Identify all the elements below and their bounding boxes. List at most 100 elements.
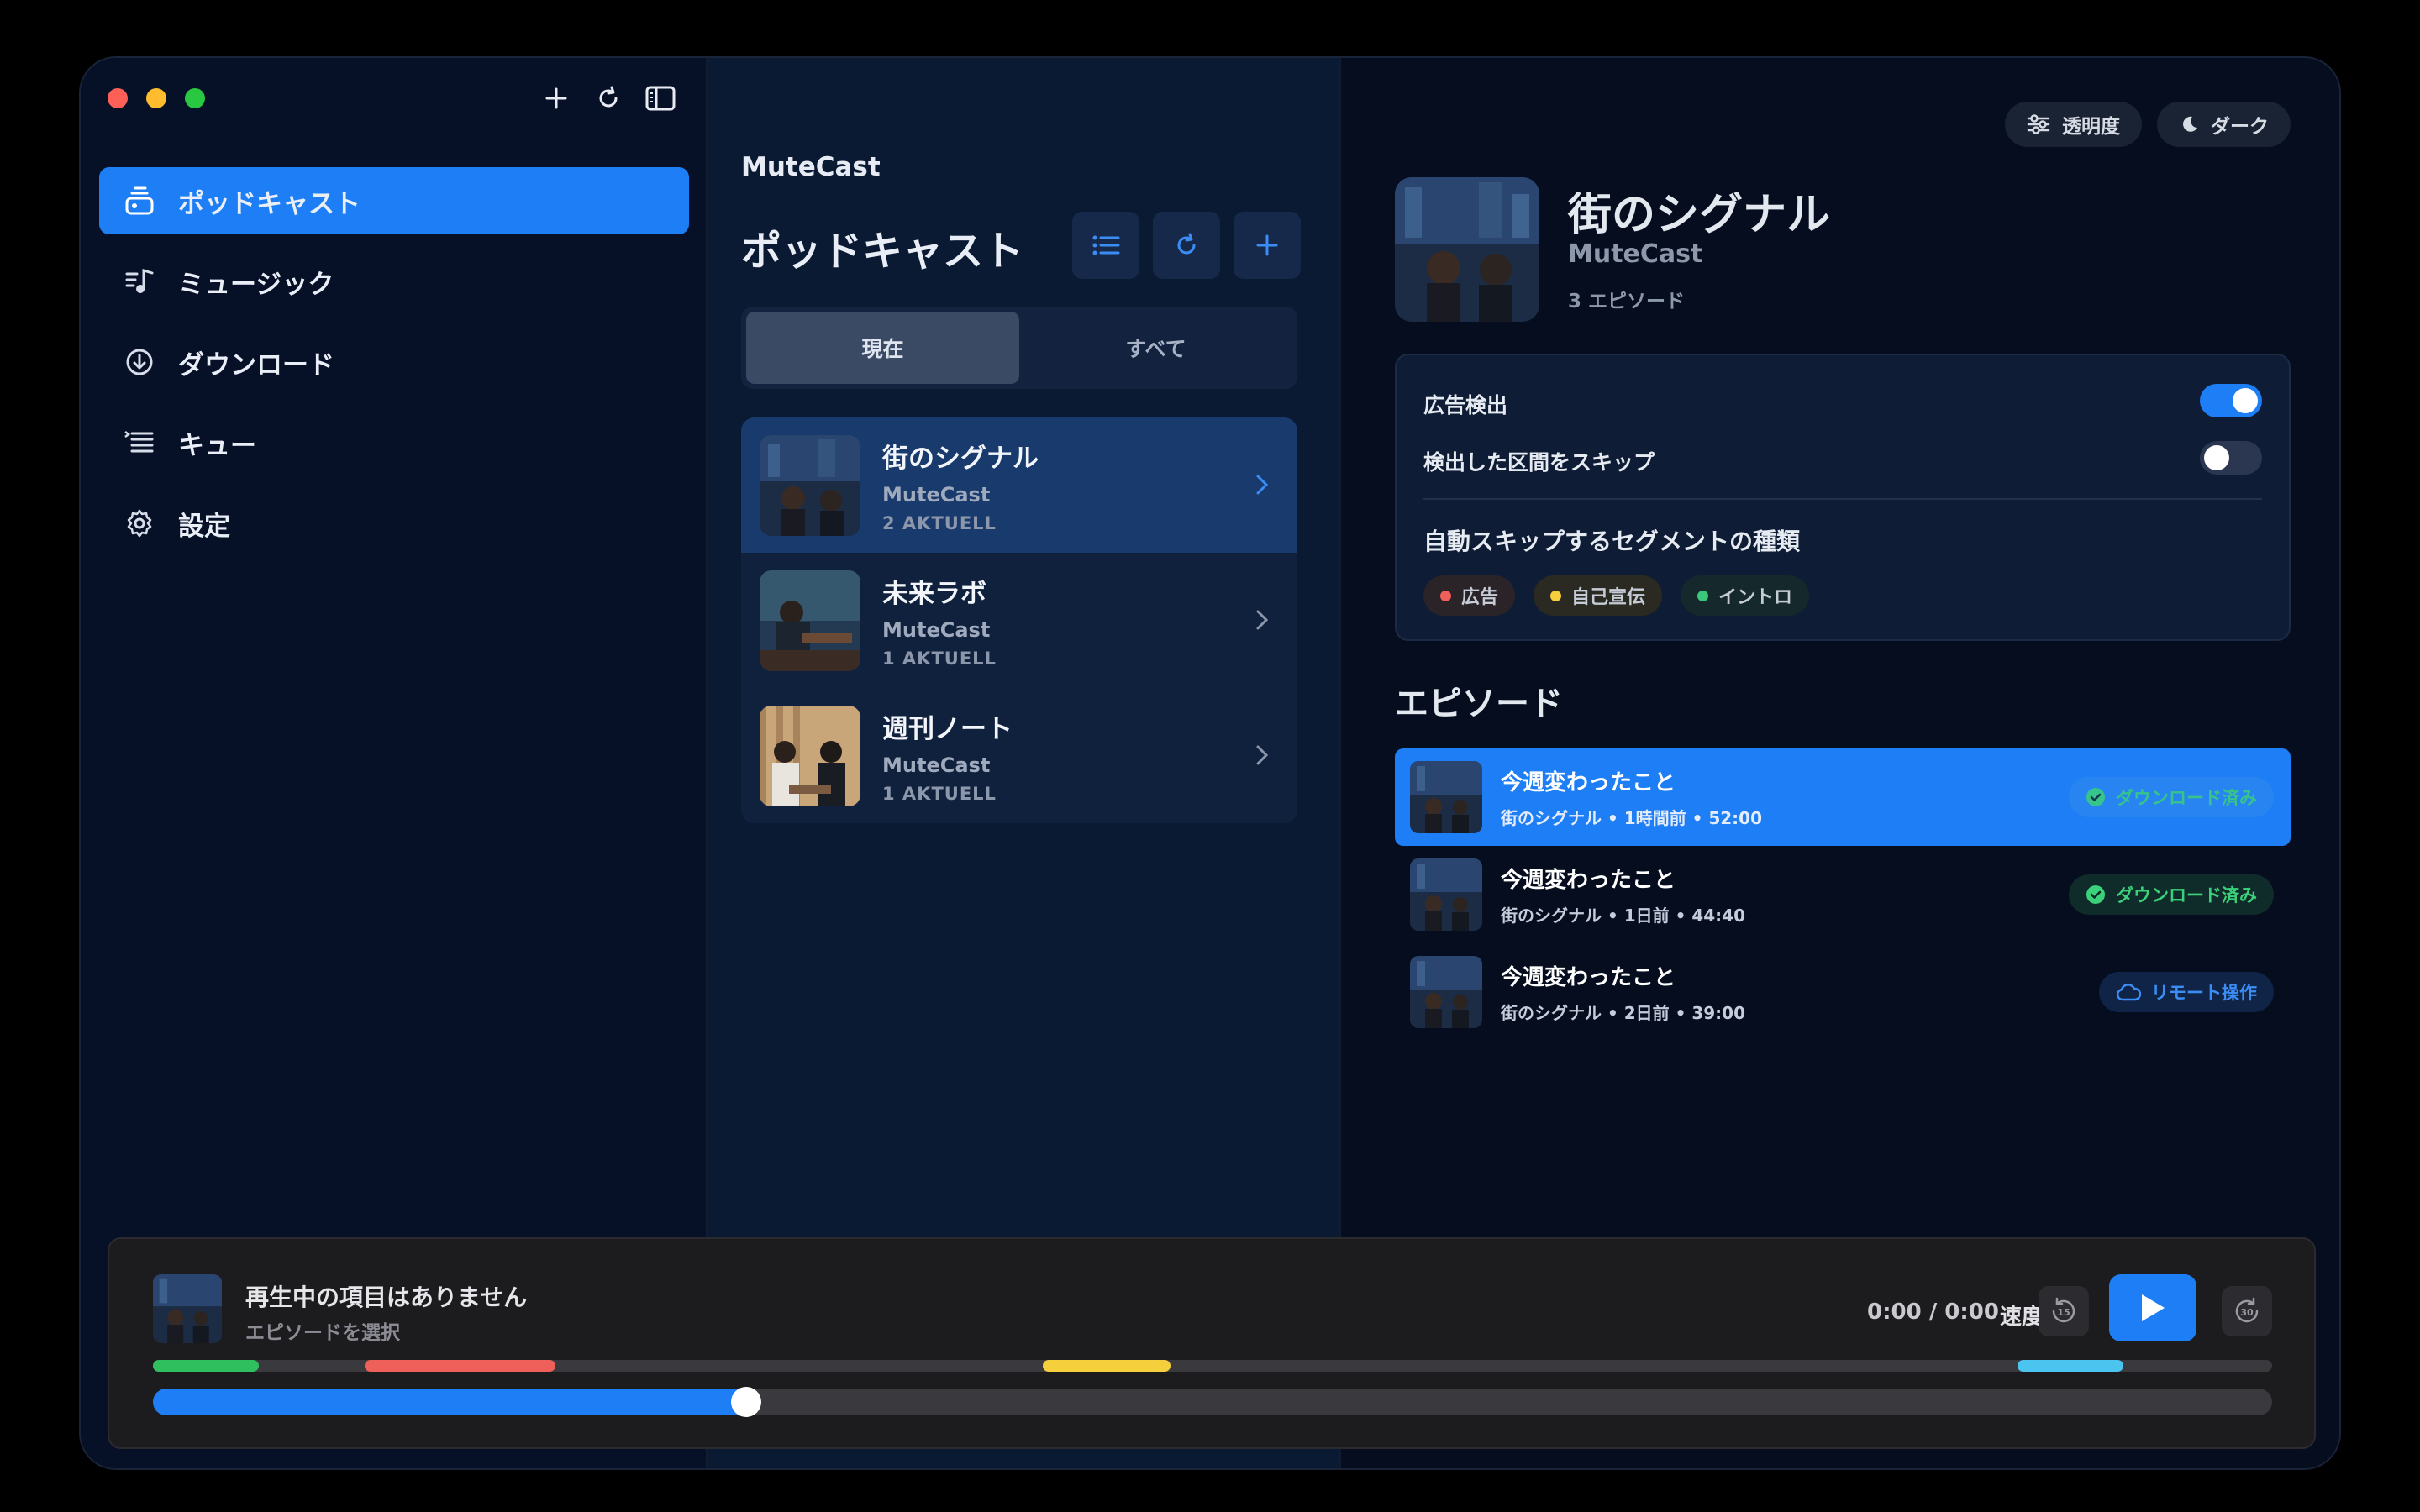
list-view-button[interactable] xyxy=(1072,212,1139,279)
episode-row[interactable]: 今週変わったこと 街のシグナル • 1時間前 • 52:00 ダウンロード済み xyxy=(1395,748,2291,846)
ad-detect-label: 広告検出 xyxy=(1423,393,1508,417)
skip-back-button[interactable]: 15 xyxy=(2039,1286,2089,1336)
ad-detection-card: 広告検出 検出した区間をスキップ 自動スキップするセグメントの種類 広告 自己宣… xyxy=(1395,354,2291,641)
podcast-count: 1 AKTUELL xyxy=(882,648,997,669)
brand-label: MuteCast xyxy=(741,152,881,182)
now-playing-bar: 再生中の項目はありません エピソードを選択 0:00 / 0:00 速度 15 … xyxy=(108,1237,2316,1449)
tag-dot xyxy=(1550,590,1562,601)
close-window-button[interactable] xyxy=(108,88,128,108)
cloud-icon xyxy=(2116,984,2141,1001)
podcast-publisher: MuteCast xyxy=(882,483,991,507)
episode-row[interactable]: 今週変わったこと 街のシグナル • 2日前 • 39:00 リモート操作 xyxy=(1395,943,2291,1041)
theme-button[interactable]: ダーク xyxy=(2157,102,2291,147)
refresh-icon xyxy=(599,86,618,108)
refresh-button[interactable] xyxy=(593,83,623,113)
speed-button[interactable]: 速度 xyxy=(2000,1299,2044,1331)
add-button[interactable] xyxy=(541,83,571,113)
sidebar-item-queue[interactable]: キュー xyxy=(99,409,689,476)
music-icon xyxy=(123,265,156,298)
podcast-artwork xyxy=(760,570,860,671)
sidebar-item-settings[interactable]: 設定 xyxy=(99,490,689,557)
zoom-window-button[interactable] xyxy=(185,88,205,108)
chevron-right-icon xyxy=(1245,603,1279,637)
sidebar-item-label: 設定 xyxy=(178,511,230,542)
app-window: ポッドキャスト ミュージック ダウンロード キュー 設定 MuteCast ポッ… xyxy=(79,56,2341,1470)
play-icon xyxy=(2142,1294,2165,1321)
podcast-artwork xyxy=(760,705,860,806)
podcast-title: 週刊ノート xyxy=(882,714,1013,744)
sidebar-item-podcasts[interactable]: ポッドキャスト xyxy=(99,167,689,234)
opacity-button[interactable]: 透明度 xyxy=(2005,102,2142,147)
episode-artwork xyxy=(1410,956,1482,1028)
moon-icon xyxy=(2183,116,2197,132)
segment-types-heading: 自動スキップするセグメントの種類 xyxy=(1423,528,1801,555)
svg-text:30: 30 xyxy=(2240,1307,2254,1318)
remote-badge[interactable]: リモート操作 xyxy=(2099,972,2274,1012)
show-artwork xyxy=(1395,177,1539,322)
ad-detect-toggle[interactable] xyxy=(2200,384,2262,417)
sidebar-item-label: ポッドキャスト xyxy=(178,188,360,219)
minimize-window-button[interactable] xyxy=(146,88,166,108)
timeline-segment xyxy=(153,1360,260,1372)
toggle-knob xyxy=(2204,445,2229,470)
podcast-row[interactable]: 街のシグナル MuteCast 2 AKTUELL xyxy=(741,417,1297,553)
podcast-count: 2 AKTUELL xyxy=(882,513,997,533)
divider xyxy=(1423,498,2262,500)
sidebar-item-music[interactable]: ミュージック xyxy=(99,248,689,315)
tag-self-promo[interactable]: 自己宣伝 xyxy=(1534,575,1663,616)
skip-back-15-icon: 15 xyxy=(2052,1297,2075,1323)
segment-tags: 広告 自己宣伝 イントロ xyxy=(1423,575,1810,616)
podcast-list: 街のシグナル MuteCast 2 AKTUELL 未来ラボ MuteCast … xyxy=(741,417,1297,823)
svg-text:15: 15 xyxy=(2057,1307,2070,1318)
show-publisher: MuteCast xyxy=(1568,239,1703,269)
episode-title: 今週変わったこと xyxy=(1501,868,1676,893)
skip-detected-toggle[interactable] xyxy=(2200,441,2262,475)
show-title: 街のシグナル xyxy=(1568,190,1831,240)
episode-meta: 街のシグナル • 1時間前 • 52:00 xyxy=(1501,808,1762,828)
progress-slider[interactable] xyxy=(153,1387,2272,1417)
skip-forward-30-icon: 30 xyxy=(2235,1297,2259,1323)
skip-forward-button[interactable]: 30 xyxy=(2222,1286,2272,1336)
segment-current[interactable]: 現在 xyxy=(746,312,1019,384)
downloaded-badge: ダウンロード済み xyxy=(2069,777,2274,817)
now-playing-subtitle: エピソードを選択 xyxy=(245,1322,400,1344)
tag-dot xyxy=(1697,590,1709,601)
list-toolbar xyxy=(1072,212,1301,279)
refresh-feeds-button[interactable] xyxy=(1153,212,1220,279)
add-podcast-button[interactable] xyxy=(1234,212,1301,279)
plus-icon xyxy=(545,87,567,109)
episode-artwork xyxy=(1410,858,1482,931)
tag-intro[interactable]: イントロ xyxy=(1681,575,1810,616)
sidebar-icon xyxy=(645,86,676,111)
segment-all[interactable]: すべて xyxy=(1019,312,1292,384)
timeline-segment xyxy=(2018,1360,2124,1372)
list-icon xyxy=(1092,235,1120,255)
play-button[interactable] xyxy=(2109,1274,2196,1341)
toggle-sidebar-button[interactable] xyxy=(645,83,676,113)
badge-label: ダウンロード済み xyxy=(2116,788,2257,808)
skip-detected-label: 検出した区間をスキップ xyxy=(1423,450,1655,475)
tag-label: イントロ xyxy=(1718,587,1793,608)
tag-ad[interactable]: 広告 xyxy=(1423,575,1516,616)
tag-dot xyxy=(1440,590,1451,601)
sidebar-item-downloads[interactable]: ダウンロード xyxy=(99,328,689,396)
timeline-segment xyxy=(365,1360,556,1372)
chevron-right-icon xyxy=(1245,738,1279,772)
episode-list: 今週変わったこと 街のシグナル • 1時間前 • 52:00 ダウンロード済み … xyxy=(1395,748,2291,1041)
episode-meta: 街のシグナル • 2日前 • 39:00 xyxy=(1501,1003,1745,1023)
episode-artwork xyxy=(1410,761,1482,833)
sidebar-item-label: ダウンロード xyxy=(178,349,334,381)
progress-knob[interactable] xyxy=(731,1387,762,1417)
gear-icon xyxy=(123,507,156,540)
podcast-row[interactable]: 週刊ノート MuteCast 1 AKTUELL xyxy=(741,688,1297,823)
episode-row[interactable]: 今週変わったこと 街のシグナル • 1日前 • 44:40 ダウンロード済み xyxy=(1395,846,2291,943)
podcast-title: 未来ラボ xyxy=(882,579,986,609)
page-title: ポッドキャスト xyxy=(741,228,1024,275)
episode-title: 今週変わったこと xyxy=(1501,770,1676,795)
appearance-controls: 透明度 ダーク xyxy=(2005,102,2291,147)
badge-label: ダウンロード済み xyxy=(2116,885,2257,906)
download-icon xyxy=(123,345,156,379)
podcast-row[interactable]: 未来ラボ MuteCast 1 AKTUELL xyxy=(741,553,1297,688)
podcast-artwork xyxy=(760,434,860,536)
traffic-lights xyxy=(108,88,205,108)
